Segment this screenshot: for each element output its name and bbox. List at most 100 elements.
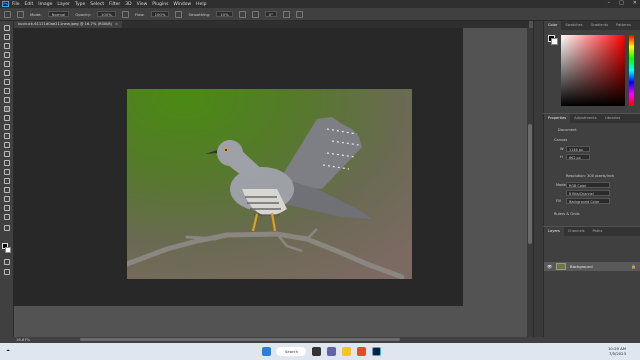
symmetry-icon[interactable] — [296, 10, 304, 18]
home-icon[interactable] — [4, 10, 11, 18]
color-picker-field[interactable] — [561, 35, 625, 106]
eyedropper-tool-icon[interactable] — [4, 88, 10, 94]
clone-stamp-icon[interactable] — [4, 115, 10, 121]
tab-adjustments[interactable]: Adjustments — [570, 114, 601, 123]
maximize-icon[interactable]: □ — [619, 0, 624, 6]
canvas-section[interactable]: Canvas — [554, 138, 567, 142]
menu-help[interactable]: Help — [196, 2, 206, 7]
layers-panel-tabs: Layers Channels Paths — [544, 227, 640, 236]
tab-channels[interactable]: Channels — [564, 227, 589, 236]
tab-layers[interactable]: Layers — [544, 227, 564, 236]
tab-properties[interactable]: Properties — [544, 114, 571, 123]
hand-tool-icon[interactable] — [4, 205, 10, 211]
pressure-size-icon[interactable] — [283, 10, 291, 18]
flow-field[interactable]: 100% — [150, 11, 170, 17]
path-select-icon[interactable] — [4, 187, 10, 193]
menu-layer[interactable]: Layer — [57, 2, 70, 7]
marquee-tool-icon[interactable] — [4, 43, 10, 49]
background-color-swatch[interactable] — [5, 247, 11, 253]
tab-libraries[interactable]: Libraries — [601, 114, 625, 123]
close-tab-icon[interactable]: × — [115, 22, 118, 26]
brush-tool-icon[interactable] — [4, 106, 10, 112]
zoom-tool-icon[interactable] — [4, 214, 10, 220]
hue-slider[interactable] — [629, 35, 634, 106]
lasso-tool-icon[interactable] — [4, 52, 10, 58]
quick-select-tool-icon[interactable] — [4, 61, 10, 67]
healing-brush-icon[interactable] — [4, 97, 10, 103]
menu-image[interactable]: Image — [38, 2, 52, 7]
fill-select[interactable]: Background Color — [566, 198, 610, 204]
width-field[interactable]: 1146 px — [566, 146, 590, 152]
menu-edit[interactable]: Edit — [25, 2, 34, 7]
photoshop-taskbar-icon[interactable] — [372, 347, 381, 356]
visibility-eye-icon[interactable]: 👁 — [547, 262, 552, 271]
zoom-level[interactable]: 16.67% — [16, 338, 30, 342]
tab-color[interactable]: Color — [544, 21, 562, 30]
crop-tool-icon[interactable] — [4, 70, 10, 76]
gear-icon[interactable] — [238, 10, 246, 18]
window-controls: – □ ✕ — [608, 0, 637, 6]
menu-window[interactable]: Window — [173, 2, 191, 7]
smoothing-label: Smoothing: — [188, 11, 211, 17]
blur-tool-icon[interactable] — [4, 151, 10, 157]
document-canvas-image[interactable] — [127, 89, 412, 279]
minimize-icon[interactable]: – — [608, 0, 611, 6]
tab-paths[interactable]: Paths — [589, 227, 607, 236]
layer-thumbnail — [556, 263, 566, 270]
menu-filter[interactable]: Filter — [109, 2, 120, 7]
dodge-tool-icon[interactable] — [4, 160, 10, 166]
taskbar-search[interactable]: Search — [276, 347, 306, 356]
weather-icon[interactable]: ☁ — [6, 347, 10, 352]
airbrush-icon[interactable] — [175, 10, 183, 18]
browser-icon[interactable] — [357, 347, 366, 356]
start-icon[interactable] — [262, 347, 271, 356]
rulers-grids-section[interactable]: Rulers & Grids — [554, 212, 580, 216]
shape-tool-icon[interactable] — [4, 196, 10, 202]
chat-icon[interactable] — [327, 347, 336, 356]
mode-select[interactable]: Normal — [47, 11, 70, 17]
quick-mask-icon[interactable] — [4, 259, 10, 265]
layer-row[interactable]: 👁 Background 🔒 — [544, 262, 640, 271]
frame-tool-icon[interactable] — [4, 79, 10, 85]
vertical-scroll-thumb[interactable] — [528, 124, 532, 244]
pressure-opacity-icon[interactable] — [121, 10, 129, 18]
tab-swatches[interactable]: Swatches — [561, 21, 586, 30]
system-clock[interactable]: 10:29 AM 7/5/2023 — [608, 346, 626, 356]
more-tools-icon[interactable] — [4, 225, 10, 231]
artboard-tool-icon[interactable] — [4, 34, 10, 40]
history-brush-icon[interactable] — [4, 124, 10, 130]
horizontal-scroll-thumb[interactable] — [80, 338, 400, 341]
angle-icon[interactable] — [251, 10, 259, 18]
file-explorer-icon[interactable] — [342, 347, 351, 356]
fill-label: Fill — [556, 199, 561, 203]
opacity-field[interactable]: 100% — [96, 11, 116, 17]
type-tool-icon[interactable] — [4, 178, 10, 184]
menu-file[interactable]: File — [12, 2, 20, 7]
lock-icon[interactable]: 🔒 — [631, 262, 636, 271]
document-label: Document — [558, 128, 577, 132]
angle-field[interactable]: 0° — [264, 11, 278, 17]
layer-name: Background — [570, 264, 593, 269]
menu-3d[interactable]: 3D — [125, 2, 131, 7]
tab-patterns[interactable]: Patterns — [612, 21, 635, 30]
gradient-tool-icon[interactable] — [4, 142, 10, 148]
document-tabbar: kuckuck-61121d0ae211new.jpeg @ 16.7% (RG… — [14, 21, 529, 28]
menu-type[interactable]: Type — [75, 2, 85, 7]
screen-mode-icon[interactable] — [4, 269, 10, 275]
smoothing-field[interactable]: 10% — [216, 11, 233, 17]
close-window-icon[interactable]: ✕ — [633, 0, 637, 6]
brush-preset-icon[interactable] — [17, 10, 24, 18]
panel-background-swatch[interactable] — [551, 38, 558, 45]
document-tab[interactable]: kuckuck-61121d0ae211new.jpeg @ 16.7% (RG… — [14, 21, 123, 28]
bit-depth-select[interactable]: 8 Bits/Channel — [566, 190, 610, 196]
eraser-tool-icon[interactable] — [4, 133, 10, 139]
pen-tool-icon[interactable] — [4, 169, 10, 175]
tab-gradients[interactable]: Gradients — [587, 21, 613, 30]
color-mode-select[interactable]: RGB Color — [566, 182, 610, 188]
height-field[interactable]: 662 px — [566, 154, 590, 160]
menu-plugins[interactable]: Plugins — [152, 2, 168, 7]
menu-select[interactable]: Select — [90, 2, 104, 7]
menu-view[interactable]: View — [137, 2, 148, 7]
task-view-icon[interactable] — [312, 347, 321, 356]
move-tool-icon[interactable] — [4, 25, 10, 31]
